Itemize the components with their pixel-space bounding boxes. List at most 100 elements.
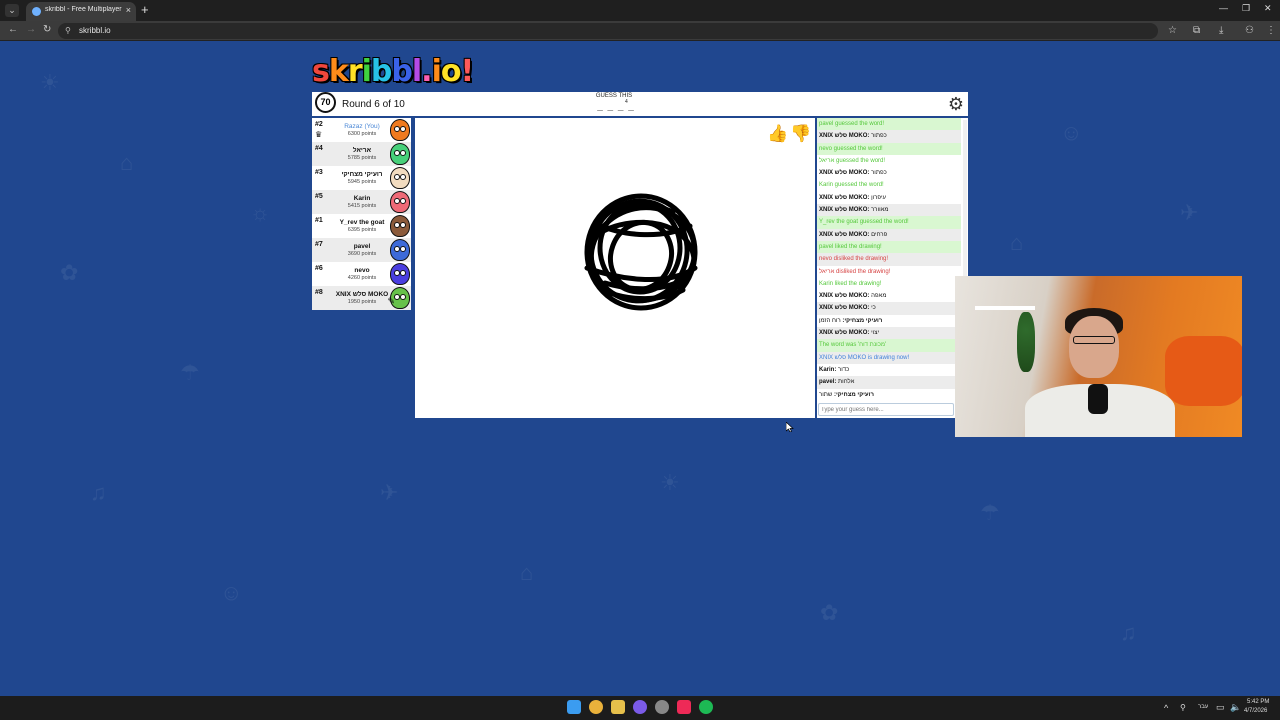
- player-row[interactable]: #7 pavel 3690 points: [312, 238, 411, 262]
- chat-messages: pavel guessed the word! XNIX סלש MOKO: כפ…: [817, 118, 961, 401]
- close-tab-icon[interactable]: ×: [126, 5, 131, 15]
- spotify-icon[interactable]: [699, 700, 713, 714]
- extensions-icon[interactable]: ⧉: [1193, 25, 1200, 36]
- player-points: 5415 points: [347, 203, 377, 209]
- chat-message: Y_rev the goat guessed the word!: [817, 216, 961, 229]
- back-icon[interactable]: ←: [8, 24, 18, 35]
- chat-message: רועיקי מצחיקי: שתור: [817, 389, 961, 401]
- chat-text: כפתור: [871, 133, 887, 140]
- new-tab-icon[interactable]: +: [141, 2, 149, 17]
- player-avatar: [390, 143, 410, 165]
- obs-icon[interactable]: [655, 700, 669, 714]
- player-rank: #3: [315, 169, 323, 176]
- player-rank: #1: [315, 217, 323, 224]
- chat-sender: XNIX סלש MOKO:: [819, 207, 870, 214]
- settings-gear-icon[interactable]: ⚙: [946, 94, 966, 114]
- browser-tab[interactable]: skribbl - Free Multiplayer Drawi... ×: [26, 2, 136, 21]
- tray-chevron-icon[interactable]: ^: [1164, 703, 1168, 713]
- chat-message: nevo disliked the drawing!: [817, 253, 961, 266]
- tab-title: skribbl - Free Multiplayer Drawi...: [45, 6, 123, 13]
- microphone: [1088, 384, 1108, 414]
- player-name: Y_rev the goat: [339, 219, 385, 226]
- menu-icon[interactable]: ⋮: [1266, 25, 1276, 36]
- chat-message: XNIX סלש MOKO: יצוי: [817, 327, 961, 340]
- volume-icon[interactable]: 🔈: [1230, 702, 1241, 713]
- pillow: [1165, 336, 1242, 406]
- chat-message: XNIX סלש MOKO: כפתור: [817, 167, 961, 179]
- player-name: nevo: [354, 267, 370, 274]
- mic-tray-icon[interactable]: ⚲: [1180, 703, 1186, 712]
- player-avatar: [390, 215, 410, 237]
- player-row[interactable]: #1 Y_rev the goat 6395 points: [312, 214, 411, 238]
- forward-icon[interactable]: →: [26, 24, 36, 35]
- browser-toolbar: ← → ↻ ⚲ skribbl.io ☆ ⧉ ⤓ ⚇ ⋮: [0, 21, 1280, 41]
- chat-guess-input[interactable]: [818, 403, 954, 416]
- player-name: Razaz (You): [344, 123, 380, 130]
- player-rank: #6: [315, 265, 323, 272]
- restore-icon[interactable]: ❐: [1242, 3, 1250, 14]
- url-text: skribbl.io: [79, 26, 111, 35]
- chrome-icon[interactable]: [589, 700, 603, 714]
- chat-message: XNIX סלש MOKO: כי: [817, 302, 961, 315]
- tab-search-icon[interactable]: ⌄: [5, 4, 19, 17]
- player-avatar: [390, 119, 410, 141]
- chat-message: XNIX סלש MOKO is drawing now!: [817, 351, 961, 364]
- player-row[interactable]: #8 XNIX סלש MOKO 1950 points ✎: [312, 286, 411, 310]
- minimize-icon[interactable]: —: [1219, 3, 1228, 13]
- chat-sender: XNIX סלש MOKO:: [819, 305, 870, 312]
- profile-icon[interactable]: ⚇: [1245, 25, 1254, 36]
- language-indicator[interactable]: עבר: [1198, 704, 1208, 710]
- chat-sender: XNIX סלש MOKO:: [819, 330, 870, 337]
- close-window-icon[interactable]: ✕: [1264, 3, 1272, 14]
- clock-date[interactable]: 4/7/2026: [1244, 708, 1267, 714]
- player-avatar: [390, 167, 410, 189]
- player-points: 5945 points: [347, 179, 377, 185]
- skribbl-logo: skribbl.io!: [312, 54, 474, 89]
- player-row[interactable]: #6 nevo 4260 points: [312, 262, 411, 286]
- chat-text: עיפרון: [871, 194, 887, 201]
- chat-text: כפתור: [871, 170, 887, 177]
- chat-text: מאוורר: [871, 207, 889, 214]
- game-header: 70 Round 6 of 10 GUESS THIS 4 _ _ _ _ ⚙: [312, 92, 968, 116]
- player-rank: #7: [315, 241, 323, 248]
- discord-icon[interactable]: [633, 700, 647, 714]
- bookmark-star-icon[interactable]: ☆: [1168, 25, 1177, 36]
- player-rank: #5: [315, 193, 323, 200]
- chat-message: pavel: אלחות: [817, 376, 961, 389]
- address-bar[interactable]: ⚲ skribbl.io: [58, 23, 1158, 39]
- player-points: 6300 points: [347, 131, 377, 137]
- chat-message: XNIX סלש MOKO: מאוורר: [817, 204, 961, 217]
- player-points: 6395 points: [347, 227, 377, 233]
- player-row[interactable]: #4 אריאל 5785 points: [312, 142, 411, 166]
- word-hint: _ _ _ _: [597, 101, 635, 112]
- guess-this-label: GUESS THIS: [595, 93, 633, 99]
- person-glasses: [1073, 336, 1115, 344]
- tiktok-icon[interactable]: [677, 700, 691, 714]
- chat-sender: Karin:: [819, 366, 837, 373]
- file-explorer-icon[interactable]: [611, 700, 625, 714]
- network-icon[interactable]: ▭: [1216, 702, 1225, 713]
- chat-message: XNIX סלש MOKO: עיפרון: [817, 192, 961, 204]
- reload-icon[interactable]: ↻: [43, 24, 51, 35]
- chat-sender: XNIX סלש MOKO:: [819, 170, 870, 177]
- windows-start-icon[interactable]: [567, 700, 581, 714]
- chat-text: יצוי: [871, 330, 880, 337]
- chat-text: XNIX סלש MOKO is drawing now!: [819, 354, 910, 361]
- player-row[interactable]: #2 Razaz (You) 6300 points ♛: [312, 118, 411, 142]
- chat-message: Karin liked the drawing!: [817, 277, 961, 291]
- drawing-canvas[interactable]: 👍 👎: [415, 118, 815, 418]
- chat-message: Karin: כדור: [817, 364, 961, 376]
- chat-message: אריאל guessed the word!: [817, 154, 961, 168]
- chat-sender: XNIX סלש MOKO:: [819, 133, 870, 140]
- chat-text: Y_rev the goat guessed the word!: [819, 219, 909, 226]
- clock-time[interactable]: 5:42 PM: [1247, 699, 1269, 705]
- download-icon[interactable]: ⤓: [1219, 25, 1223, 36]
- site-info-icon[interactable]: ⚲: [65, 26, 71, 35]
- chat-text: Karin guessed the word!: [819, 182, 884, 189]
- chat-message: pavel guessed the word!: [817, 118, 961, 131]
- player-row[interactable]: #5 Karin 5415 points: [312, 190, 411, 214]
- mouse-cursor-icon: [786, 422, 794, 432]
- player-row[interactable]: #3 רועיקי מצחיקי 5945 points: [312, 166, 411, 190]
- chat-text: פרחים: [871, 231, 888, 238]
- player-points: 1950 points: [347, 299, 377, 305]
